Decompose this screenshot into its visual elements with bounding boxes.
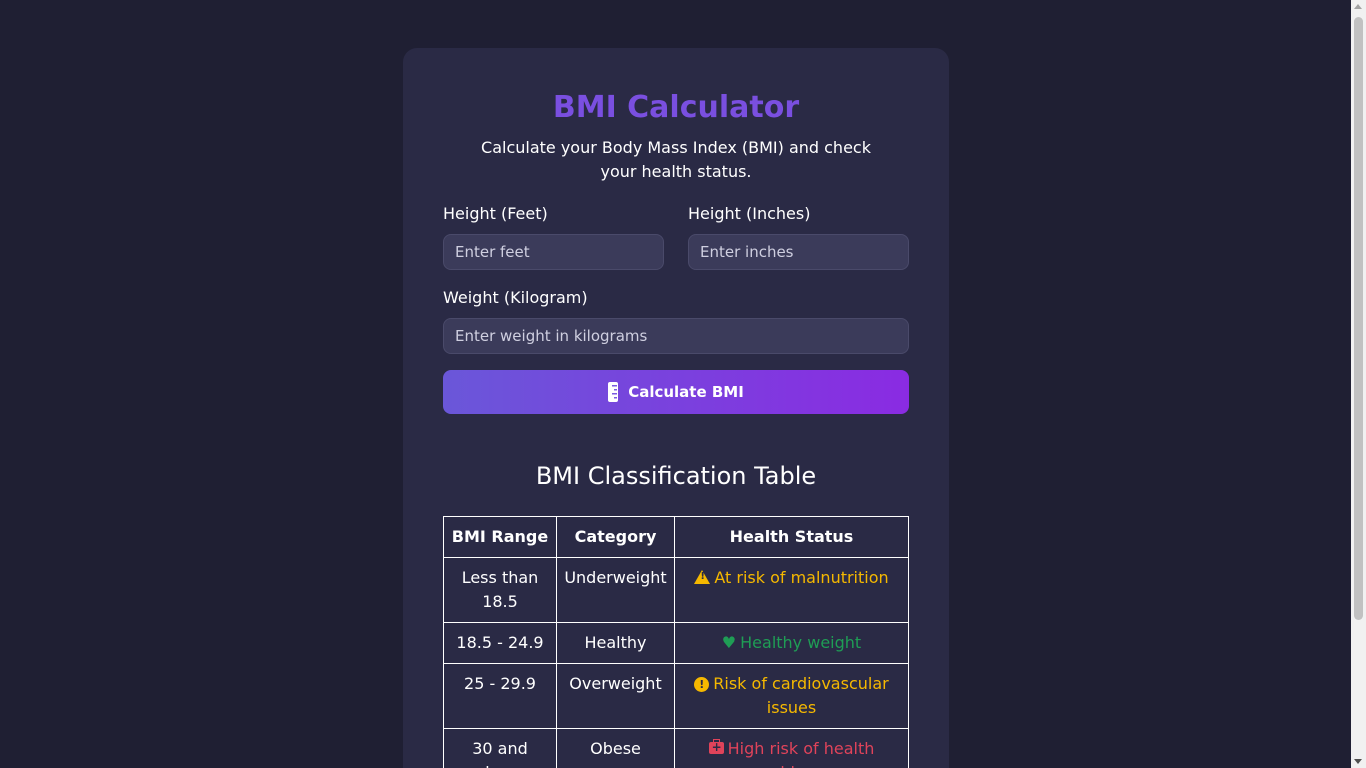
health-status-text: High risk of health problems <box>727 739 875 768</box>
health-status-cell: ! Risk of cardiovascular issues <box>674 663 909 729</box>
column-header-category: Category <box>556 516 675 558</box>
bmi-range-cell: Less than 18.5 <box>443 557 557 623</box>
page-subtitle: Calculate your Body Mass Index (BMI) and… <box>481 138 871 181</box>
table-row: 18.5 - 24.9 Healthy ♥ Healthy weight <box>443 622 909 664</box>
category-cell: Healthy <box>556 622 675 664</box>
column-header-bmi-range: BMI Range <box>443 516 557 558</box>
health-status-text: Risk of cardiovascular issues <box>713 674 889 717</box>
scrollbar-thumb[interactable] <box>1354 17 1363 620</box>
bmi-classification-table: BMI Range Category Health Status Less th… <box>443 516 909 768</box>
bmi-range-cell: 30 and above <box>443 728 557 768</box>
height-inches-field: Height (Inches) <box>688 204 909 270</box>
height-row: Height (Feet) Height (Inches) <box>443 204 909 270</box>
page-title: BMI Calculator <box>552 90 800 125</box>
page: BMI Calculator Calculate your Body Mass … <box>0 0 1366 768</box>
scroll-down-arrow-icon[interactable] <box>1354 759 1362 764</box>
warning-icon <box>694 570 711 584</box>
category-cell: Underweight <box>556 557 675 623</box>
weight-label: Weight (Kilogram) <box>443 288 588 307</box>
table-row: Less than 18.5 Underweight At risk of ma… <box>443 557 909 623</box>
weight-field: Weight (Kilogram) <box>443 288 909 354</box>
scroll-up-arrow-icon[interactable] <box>1354 4 1362 9</box>
height-inches-input[interactable] <box>688 234 909 270</box>
height-feet-field: Height (Feet) <box>443 204 664 270</box>
health-status-text: At risk of malnutrition <box>714 568 889 587</box>
health-status-cell: ♥ Healthy weight <box>674 622 909 664</box>
vertical-scrollbar[interactable] <box>1351 0 1366 768</box>
category-cell: Obese <box>556 728 675 768</box>
category-cell: Overweight <box>556 663 675 729</box>
ruler-icon <box>608 382 619 402</box>
calculate-bmi-label: Calculate BMI <box>628 383 744 401</box>
table-row: 25 - 29.9 Overweight ! Risk of cardiovasc… <box>443 663 909 729</box>
height-feet-label: Height (Feet) <box>443 204 548 223</box>
medkit-icon <box>708 739 724 755</box>
health-status-cell: At risk of malnutrition <box>674 557 909 623</box>
health-status-text: Healthy weight <box>740 633 862 652</box>
column-header-health-status: Health Status <box>674 516 909 558</box>
health-status-cell: High risk of health problems <box>674 728 909 768</box>
weight-input[interactable] <box>443 318 909 354</box>
calculate-bmi-button[interactable]: Calculate BMI <box>443 370 909 414</box>
table-header-row: BMI Range Category Health Status <box>443 516 909 558</box>
height-feet-input[interactable] <box>443 234 664 270</box>
heart-icon: ♥ <box>721 633 737 652</box>
bmi-range-cell: 18.5 - 24.9 <box>443 622 557 664</box>
table-row: 30 and above Obese High risk of health p… <box>443 728 909 768</box>
bmi-range-cell: 25 - 29.9 <box>443 663 557 729</box>
bmi-card: BMI Calculator Calculate your Body Mass … <box>403 48 949 768</box>
exclamation-circle-icon: ! <box>694 677 710 692</box>
height-inches-label: Height (Inches) <box>688 204 811 223</box>
classification-table-title: BMI Classification Table <box>535 462 817 490</box>
